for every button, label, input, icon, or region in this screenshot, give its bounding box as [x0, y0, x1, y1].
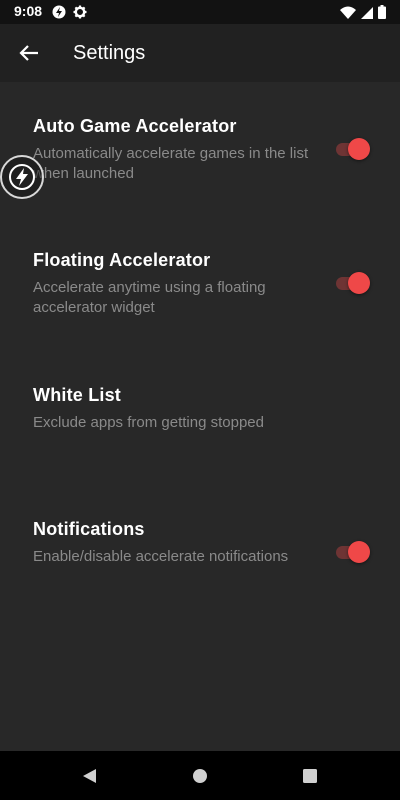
navigation-bar: [0, 751, 400, 800]
setting-title: Floating Accelerator: [33, 250, 211, 270]
recents-square-icon: [303, 769, 317, 783]
signal-icon: [361, 6, 373, 24]
back-triangle-icon: [83, 769, 96, 783]
setting-auto-game-accelerator[interactable]: Auto Game Accelerator Automatically acce…: [0, 116, 400, 226]
toggle-thumb: [348, 541, 370, 563]
auto-game-accelerator-toggle[interactable]: [334, 137, 372, 161]
home-circle-icon: [193, 769, 207, 783]
nav-home-button[interactable]: [189, 765, 211, 787]
toggle-thumb: [348, 272, 370, 294]
setting-floating-accelerator[interactable]: Floating Accelerator Accelerate anytime …: [0, 250, 400, 360]
app-bar: Settings: [0, 24, 400, 82]
settings-list: Auto Game Accelerator Automatically acce…: [0, 82, 400, 751]
arrow-back-icon: [19, 45, 38, 61]
lightning-bolt-icon: [9, 164, 35, 190]
nav-recents-button[interactable]: [299, 765, 321, 787]
status-bar: 9:08: [0, 0, 400, 24]
gear-icon: [73, 5, 87, 24]
status-left-icons: [52, 5, 87, 24]
toggle-thumb: [348, 138, 370, 160]
setting-summary: Accelerate anytime using a floating acce…: [33, 279, 266, 316]
status-time: 9:08: [14, 3, 43, 19]
vpn-icon: [52, 5, 66, 24]
setting-title: Auto Game Accelerator: [33, 116, 237, 136]
back-button[interactable]: [10, 34, 48, 72]
floating-accelerator-toggle[interactable]: [334, 271, 372, 295]
setting-title: Notifications: [33, 519, 145, 539]
notifications-toggle[interactable]: [334, 540, 372, 564]
setting-summary: Enable/disable accelerate notifications: [33, 548, 289, 565]
battery-icon: [378, 5, 386, 24]
setting-white-list[interactable]: White List Exclude apps from getting sto…: [0, 385, 400, 495]
setting-summary: Exclude apps from getting stopped: [33, 414, 264, 431]
status-right-icons: [340, 5, 386, 24]
nav-back-button[interactable]: [78, 765, 100, 787]
wifi-icon: [340, 6, 356, 24]
setting-summary: Automatically accelerate games in the li…: [33, 145, 309, 182]
page-title: Settings: [73, 42, 146, 64]
setting-notifications[interactable]: Notifications Enable/disable accelerate …: [0, 519, 400, 629]
floating-accelerator-widget[interactable]: [0, 155, 44, 199]
setting-title: White List: [33, 385, 121, 405]
